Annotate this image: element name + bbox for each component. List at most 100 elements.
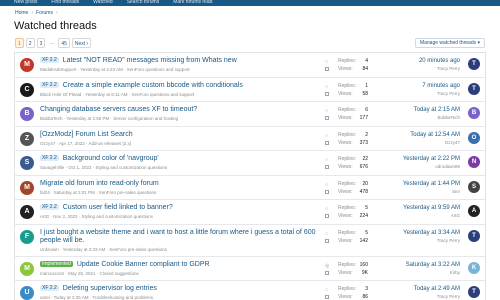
last-post-user[interactable]: Tracy Perry — [437, 294, 460, 299]
topnav-item-2[interactable]: Watched — [93, 0, 113, 5]
last-post-user[interactable]: ArtG — [451, 213, 460, 218]
last-post-user[interactable]: odrodawn89 — [435, 164, 460, 169]
thread-title[interactable]: XF 2.2 Background color of 'navgroup' — [40, 155, 320, 163]
thread-title-text[interactable]: Create a simple example custom bbcode wi… — [63, 82, 243, 89]
last-post-user[interactable]: Sim — [452, 189, 460, 194]
views-count: 58 — [362, 90, 368, 97]
thread-title[interactable]: [OzzModz] Forum List Search — [40, 131, 320, 139]
select-checkbox[interactable] — [325, 165, 329, 169]
last-poster-avatar[interactable]: T — [468, 82, 480, 95]
thread-title[interactable]: XF 2.2 Latest "NOT READ" messages missin… — [40, 57, 320, 65]
thread-title-text[interactable]: Custom user field linked to banner? — [63, 204, 173, 211]
thread-row: M XF 2.2 Latest "NOT READ" messages miss… — [15, 53, 485, 78]
thread-prefix-badge[interactable]: XF 2.2 — [40, 204, 59, 210]
page-2-button[interactable]: 2 — [25, 38, 35, 48]
last-poster-avatar[interactable]: T — [468, 58, 480, 70]
thread-title-text[interactable]: Background color of 'navgroup' — [63, 155, 159, 162]
thread-prefix-badge[interactable]: XF 2.2 — [40, 155, 59, 161]
last-poster-avatar[interactable]: T — [468, 229, 480, 242]
last-poster-avatar[interactable]: K — [468, 261, 480, 274]
thread-title-text[interactable]: Changing database servers causes XF to t… — [40, 106, 197, 113]
next-page-button[interactable]: Next › — [71, 38, 92, 48]
last-post-user[interactable]: Ozzy47 — [445, 140, 460, 145]
select-checkbox[interactable] — [325, 67, 329, 71]
last-poster-avatar[interactable]: O — [468, 131, 480, 144]
replies-count: 160 — [359, 261, 368, 268]
thread-prefix-badge[interactable]: XF 2.2 — [40, 57, 59, 63]
author-avatar[interactable]: A — [20, 205, 34, 219]
thread-prefix-badge[interactable]: Implemented — [40, 260, 73, 267]
last-post-time[interactable]: Yesterday at 9:59 AM — [403, 205, 460, 211]
last-post-time[interactable]: Today at 2:15 AM — [414, 107, 460, 113]
select-checkbox[interactable] — [325, 140, 329, 145]
thread-title-text[interactable]: Deleting supervisor log entries — [63, 285, 157, 292]
thread-title[interactable]: Implemented Update Cookie Banner complia… — [40, 260, 320, 269]
thread-title[interactable]: Migrate old forum into read-only forum — [40, 180, 320, 188]
topnav-item-0[interactable]: New posts — [14, 0, 37, 5]
thread-meta: MedalHubSupport · Yesterday at 4:23 AM ·… — [40, 67, 190, 72]
page-1-button[interactable]: 1 — [15, 38, 24, 48]
thread-title[interactable]: XF 2.2 Deleting supervisor log entries — [40, 285, 320, 293]
last-post-time[interactable]: Today at 2:49 AM — [414, 286, 460, 292]
select-checkbox[interactable] — [325, 238, 329, 243]
author-avatar[interactable]: M — [20, 261, 34, 276]
breadcrumb-forums[interactable]: Forums — [36, 10, 53, 16]
last-post-time[interactable]: Saturday at 3:22 AM — [406, 262, 460, 268]
last-poster-avatar[interactable]: N — [468, 156, 480, 168]
thread-row: Z [OzzModz] Forum List Search Ozzy47 · A… — [15, 126, 485, 151]
author-avatar[interactable]: M — [20, 180, 34, 195]
author-avatar[interactable]: M — [20, 58, 34, 72]
last-post-user[interactable]: BubbaTech — [437, 115, 460, 120]
thread-title[interactable]: I just bought a website theme and i want… — [40, 229, 320, 245]
author-avatar[interactable]: Z — [20, 131, 34, 146]
author-avatar[interactable]: B — [20, 107, 34, 121]
breadcrumb-home[interactable]: Home — [15, 10, 28, 16]
thread-title-text[interactable]: Latest "NOT READ" messages missing from … — [63, 57, 237, 64]
select-checkbox[interactable] — [325, 91, 329, 96]
last-post-time[interactable]: 20 minutes ago — [419, 58, 460, 64]
last-poster-avatar[interactable]: S — [468, 180, 480, 193]
thread-title-text[interactable]: I just bought a website theme and i want… — [40, 229, 316, 244]
thread-meta: Ozzy47 · Apr 17, 2022 · Add-on releases … — [40, 140, 132, 146]
last-post-time[interactable]: 7 minutes ago — [422, 83, 460, 89]
last-post-time[interactable]: Yesterday at 3:34 AM — [403, 230, 460, 236]
last-post-user[interactable]: Tracy Perry — [437, 238, 460, 243]
author-avatar[interactable]: S — [20, 156, 34, 170]
last-post-user[interactable]: Tracy Perry — [437, 66, 460, 71]
views-count: 373 — [359, 139, 368, 146]
select-checkbox[interactable] — [325, 116, 329, 120]
select-checkbox[interactable] — [325, 189, 329, 194]
thread-prefix-badge[interactable]: XF 2.2 — [40, 81, 59, 88]
last-post-user[interactable]: Kirby — [450, 270, 460, 275]
page-3-button[interactable]: 3 — [36, 38, 46, 48]
last-poster-avatar[interactable]: T — [468, 286, 480, 298]
page-45-button[interactable]: 45 — [58, 38, 70, 48]
views-count: 86 — [362, 294, 368, 300]
topnav-item-3[interactable]: Search forums — [127, 0, 160, 5]
author-avatar[interactable]: C — [20, 82, 34, 97]
select-checkbox[interactable] — [325, 295, 329, 299]
manage-watched-threads-button[interactable]: Manage watched threads ▾ — [414, 38, 485, 48]
views-label: Views: — [338, 139, 353, 146]
topnav-item-1[interactable]: Find threads — [51, 0, 79, 5]
thread-title-text[interactable]: Migrate old forum into read-only forum — [40, 180, 159, 187]
select-checkbox[interactable] — [325, 214, 329, 218]
thread-title-text[interactable]: [OzzModz] Forum List Search — [40, 131, 133, 138]
topnav-item-4[interactable]: Mark forums read — [173, 0, 212, 5]
last-post-user[interactable]: Tracy Perry — [437, 91, 460, 96]
author-avatar[interactable]: U — [20, 286, 34, 300]
thread-title[interactable]: XF 2.2 Create a simple example custom bb… — [40, 81, 320, 90]
thread-title[interactable]: XF 2.2 Custom user field linked to banne… — [40, 204, 320, 212]
select-checkbox[interactable] — [325, 270, 329, 275]
last-post-time[interactable]: Today at 12:54 AM — [410, 132, 460, 138]
author-avatar[interactable]: F — [20, 229, 34, 244]
thread-title[interactable]: Changing database servers causes XF to t… — [40, 106, 320, 114]
last-poster-avatar[interactable]: A — [468, 205, 480, 217]
thread-prefix-badge[interactable]: XF 2.2 — [40, 285, 59, 291]
last-post-time[interactable]: Yesterday at 2:22 PM — [403, 156, 460, 162]
last-poster-avatar[interactable]: B — [468, 107, 480, 119]
last-post-time[interactable]: Yesterday at 1:44 PM — [403, 181, 460, 187]
breadcrumb-separator: › — [31, 10, 34, 16]
thread-title-text[interactable]: Update Cookie Banner compliant to GDPR — [77, 261, 210, 268]
replies-count: 5 — [365, 205, 368, 211]
